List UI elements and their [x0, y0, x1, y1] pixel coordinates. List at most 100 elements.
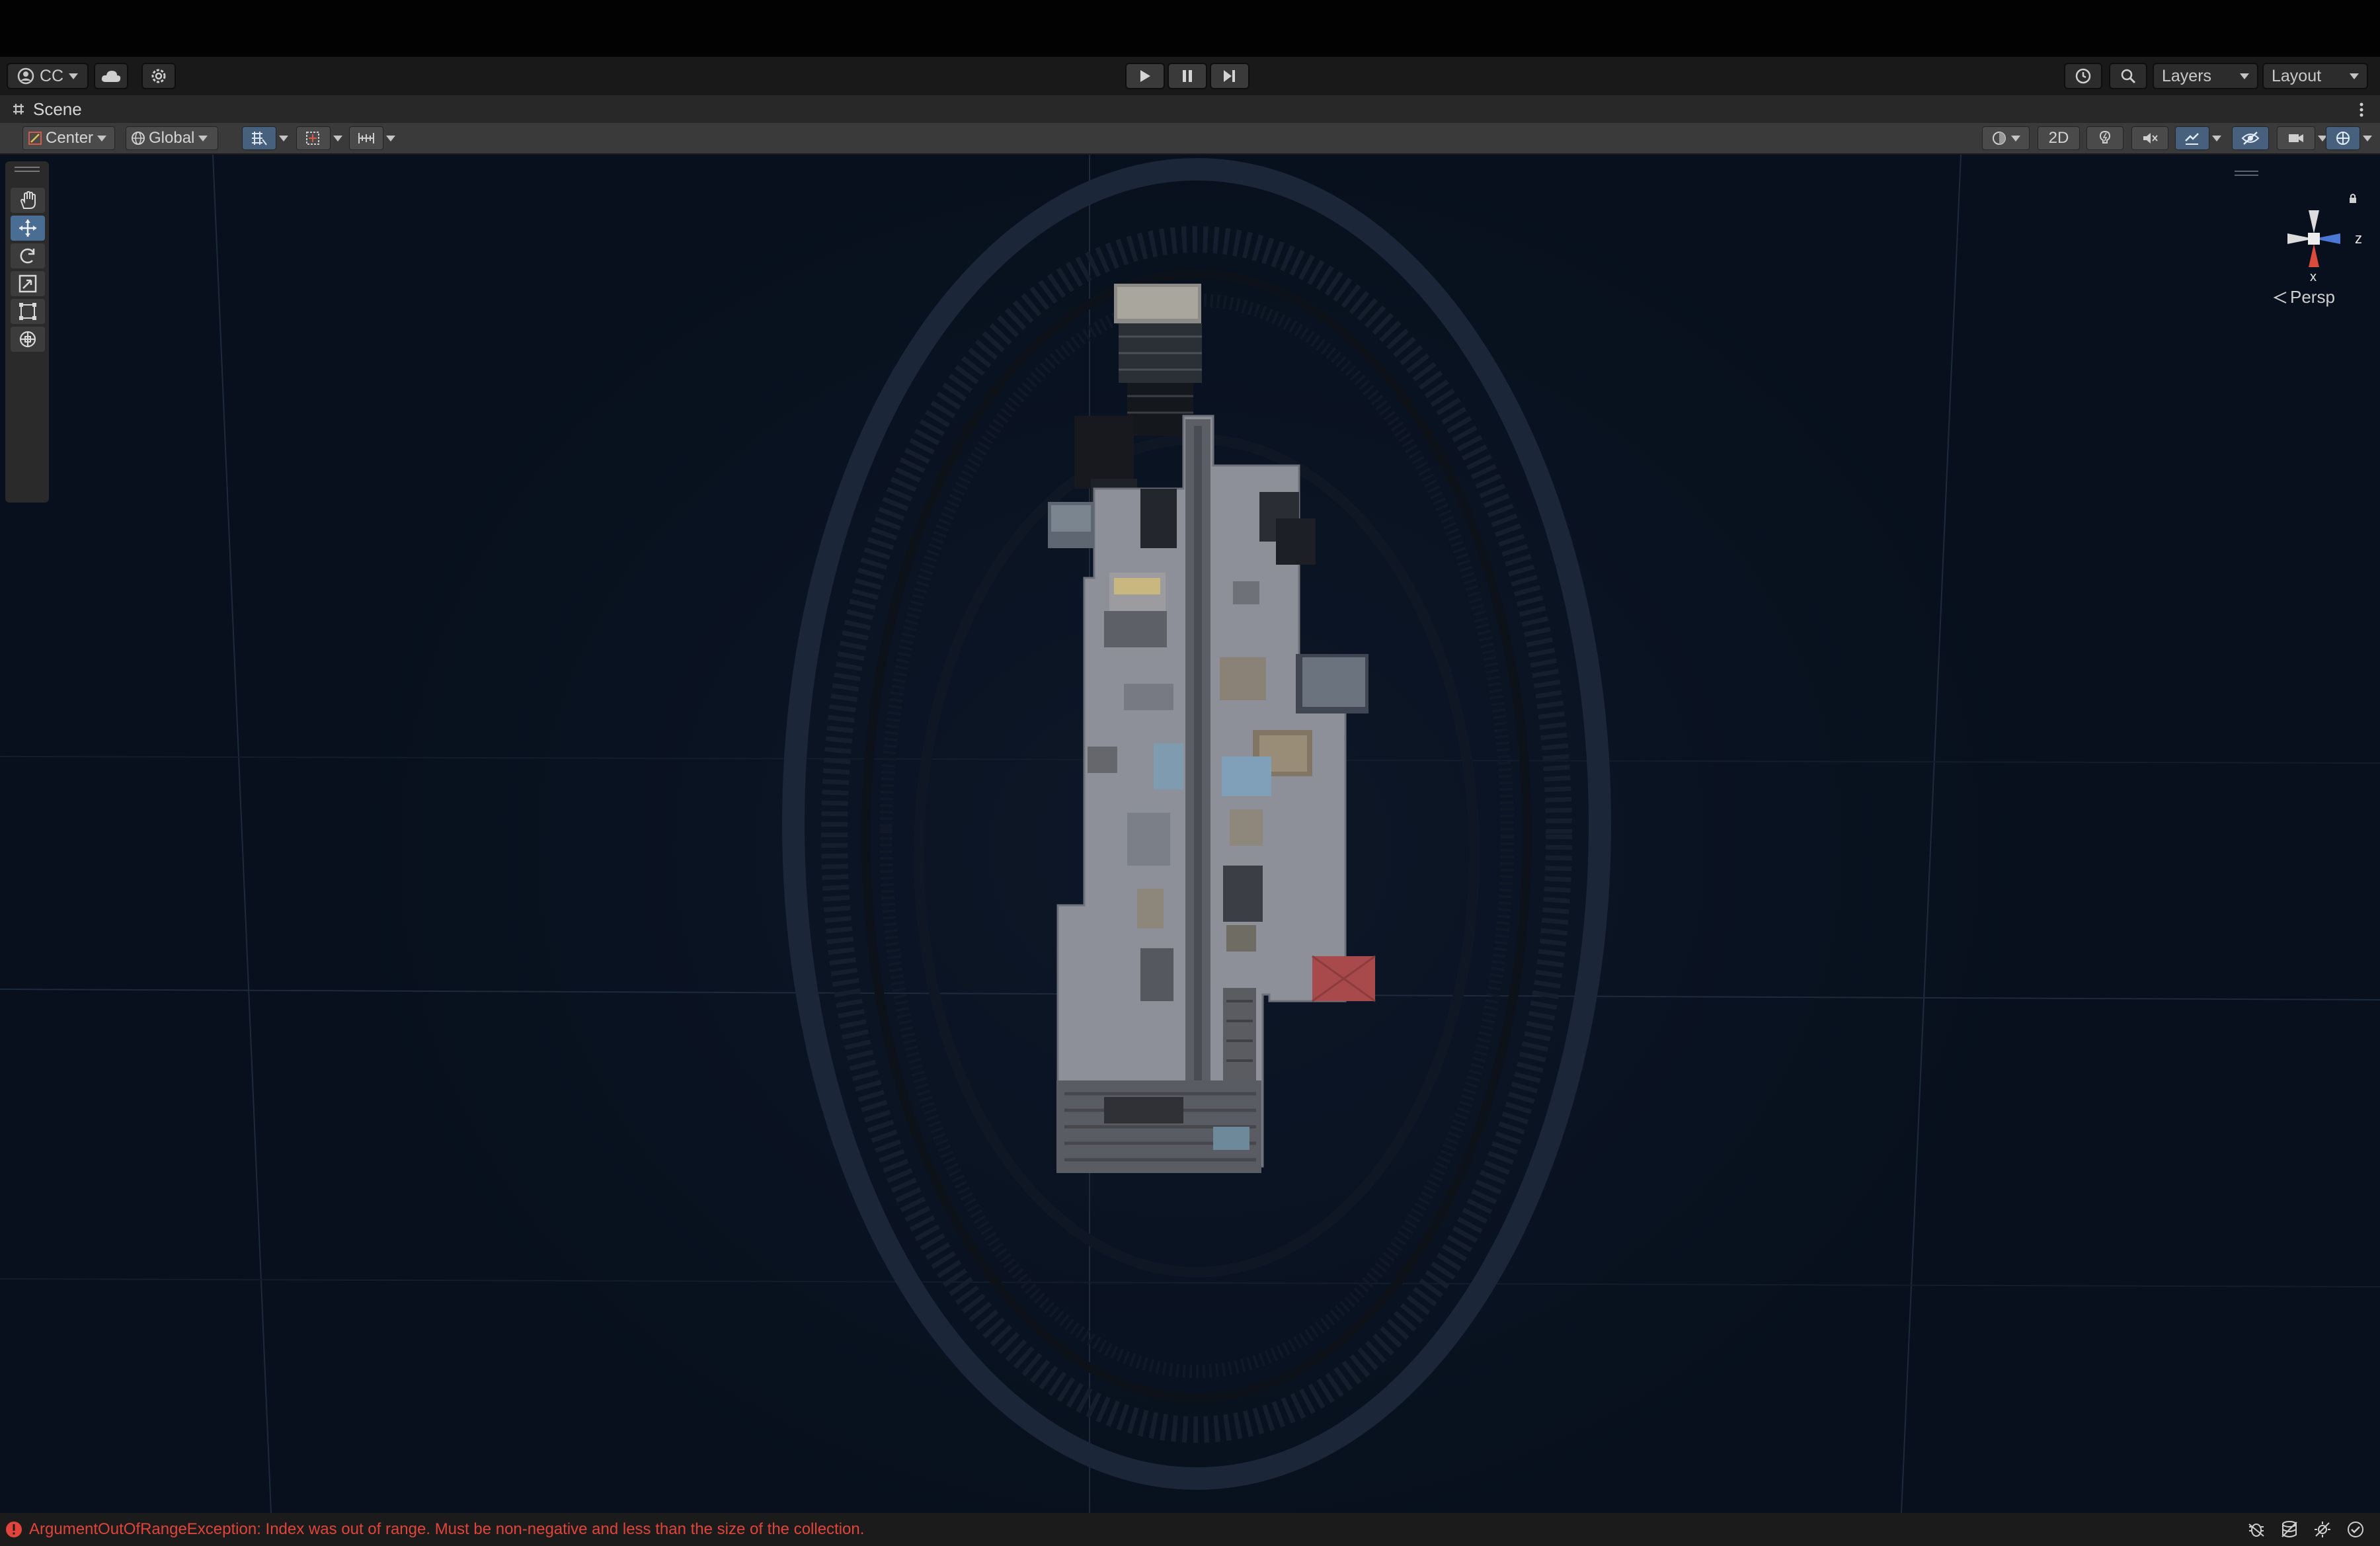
layout-dropdown[interactable]: Layout: [2262, 63, 2368, 89]
services-button[interactable]: [141, 63, 176, 89]
cache-server-button[interactable]: [2278, 1520, 2301, 1539]
scene-tab-bar: Scene: [0, 95, 2380, 123]
audio-toggle[interactable]: [2131, 126, 2168, 150]
snap-increment-options[interactable]: [331, 126, 345, 150]
projection-label: Persp: [2290, 287, 2335, 307]
check-circle-icon: [2348, 1522, 2363, 1537]
progress-status-button[interactable]: [2344, 1520, 2367, 1539]
camera-icon: [2289, 134, 2303, 142]
shading-sphere-icon: [1993, 132, 2006, 145]
lighting-toggle[interactable]: [2086, 126, 2123, 150]
chevron-down-icon: [279, 135, 288, 142]
gizmo-globe-icon: [2336, 132, 2350, 145]
transform-tool-button[interactable]: [11, 327, 45, 352]
align-icon: [358, 133, 374, 143]
play-button[interactable]: [1125, 63, 1165, 89]
effects-icon: [2185, 133, 2199, 145]
account-icon: [17, 67, 34, 85]
toggle-2d-label: 2D: [2048, 129, 2069, 147]
status-bar: ArgumentOutOfRangeException: Index was o…: [0, 1513, 2380, 1546]
chevron-down-icon: [333, 135, 342, 142]
effects-toggle[interactable]: [2175, 126, 2209, 150]
camera-settings-dropdown[interactable]: [2277, 126, 2315, 150]
debug-toggle-button[interactable]: [2245, 1520, 2268, 1539]
grid-snap-options[interactable]: [276, 126, 291, 150]
chevron-down-icon: [2240, 73, 2249, 79]
city-level: [1048, 284, 1376, 1173]
align-options[interactable]: [383, 126, 398, 150]
tool-palette: [5, 161, 49, 503]
chevron-down-icon: [97, 135, 107, 142]
step-button[interactable]: [1210, 63, 1250, 89]
play-icon: [1140, 70, 1150, 82]
step-forward-icon: [1224, 70, 1235, 82]
gizmo-drag-handle[interactable]: [2235, 171, 2258, 176]
mute-icon: [2143, 133, 2158, 143]
chevron-down-icon: [69, 73, 79, 79]
account-dropdown[interactable]: CC: [7, 63, 89, 89]
pivot-dropdown[interactable]: Center: [22, 126, 115, 150]
palette-drag-handle[interactable]: [15, 167, 40, 172]
layers-dropdown[interactable]: Layers: [2153, 63, 2258, 89]
chevron-down-icon: [2363, 135, 2372, 142]
toggle-2d-button[interactable]: 2D: [2038, 126, 2080, 150]
error-icon: [6, 1522, 22, 1537]
globe-icon: [132, 132, 145, 145]
orientation-gizmo[interactable]: z x Persp: [2235, 171, 2367, 307]
gizmos-options[interactable]: [2360, 126, 2375, 150]
gizmos-toggle[interactable]: [2326, 126, 2360, 150]
pivot-icon: [28, 132, 42, 145]
bug-icon: [2248, 1524, 2264, 1537]
space-dropdown[interactable]: Global: [126, 126, 218, 150]
hand-tool-button[interactable]: [11, 188, 45, 213]
rotate-tool-button[interactable]: [11, 243, 45, 268]
layout-label: Layout: [2272, 66, 2322, 85]
gear-icon: [151, 69, 166, 83]
chevron-down-icon: [2212, 135, 2221, 142]
title-bar: [0, 0, 2380, 57]
move-tool-button[interactable]: [11, 216, 45, 241]
rotate-icon: [20, 248, 35, 264]
scene-viewport[interactable]: z x Persp: [0, 155, 2380, 1513]
pivot-label: Center: [46, 129, 94, 147]
snap-increment-icon: [306, 132, 319, 145]
more-vertical-icon: [2360, 102, 2363, 117]
scene-toolbar: Center Global 2D: [0, 123, 2380, 155]
axis-z-label: z: [2355, 230, 2362, 247]
chevron-down-icon: [2011, 135, 2020, 142]
pause-icon: [1183, 70, 1192, 82]
lightbulb-icon: [2099, 130, 2111, 143]
search-icon: [2121, 69, 2136, 84]
hidden-eye-icon: [2241, 132, 2260, 145]
grid-snap-toggle[interactable]: [242, 126, 276, 150]
account-label: CC: [39, 66, 64, 85]
projection-toggle[interactable]: Persp: [2273, 287, 2335, 307]
chevron-down-icon: [386, 135, 395, 142]
scene-visibility-toggle[interactable]: [2232, 126, 2269, 150]
shading-mode-dropdown[interactable]: [1982, 126, 2030, 150]
tab-menu-button[interactable]: [2354, 101, 2369, 119]
tab-scene[interactable]: Scene: [0, 95, 99, 123]
undo-history-button[interactable]: [2064, 63, 2102, 89]
scale-tool-button[interactable]: [11, 271, 45, 296]
chevron-down-icon: [198, 135, 208, 142]
auto-generate-lighting-button[interactable]: [2311, 1520, 2334, 1539]
search-button[interactable]: [2109, 63, 2147, 89]
tab-scene-label: Scene: [33, 99, 82, 119]
error-text: ArgumentOutOfRangeException: Index was o…: [29, 1520, 865, 1538]
grid-snap-icon: [252, 132, 267, 145]
perspective-icon: [2273, 291, 2287, 304]
transform-icon: [19, 331, 36, 348]
effects-options[interactable]: [2209, 126, 2224, 150]
pause-button[interactable]: [1168, 63, 1207, 89]
cloud-button[interactable]: [94, 63, 128, 89]
snap-increment-toggle[interactable]: [296, 126, 331, 150]
history-icon: [2075, 68, 2091, 84]
grid-icon: [13, 104, 24, 114]
chevron-down-icon: [2350, 73, 2359, 79]
hand-icon: [20, 190, 36, 209]
database-icon: [2281, 1521, 2297, 1537]
console-error-message[interactable]: ArgumentOutOfRangeException: Index was o…: [5, 1520, 864, 1539]
align-toggle[interactable]: [349, 126, 383, 150]
rect-tool-button[interactable]: [11, 299, 45, 324]
